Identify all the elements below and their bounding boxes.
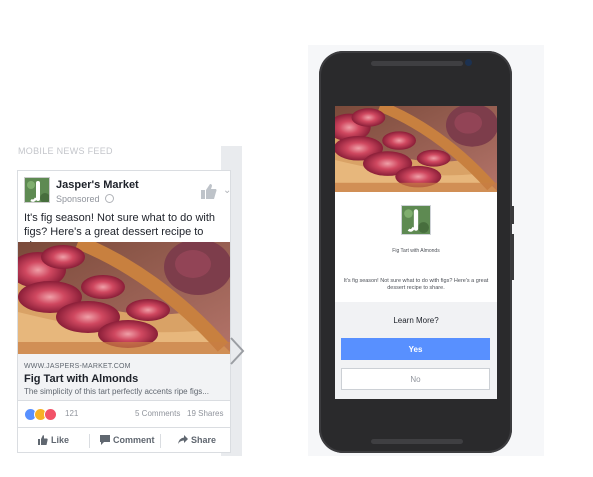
action-divider [160, 434, 161, 448]
post-image[interactable] [18, 242, 231, 354]
no-button[interactable]: No [341, 368, 490, 390]
like-page-icon[interactable] [200, 183, 218, 201]
phone-side-button [511, 234, 514, 280]
next-arrow-icon[interactable] [229, 336, 245, 366]
reactions-row: 121 5 Comments 19 Shares [22, 407, 228, 423]
comments-count[interactable]: 5 Comments [135, 409, 180, 418]
ad-image [335, 106, 497, 192]
link-domain: WWW.JASPERS-MARKET.COM [24, 363, 131, 370]
comment-button[interactable]: Comment [100, 435, 155, 445]
comment-label: Comment [113, 435, 155, 445]
like-label: Like [51, 435, 70, 445]
link-description: The simplicity of this tart perfectly ac… [24, 387, 209, 396]
share-icon [178, 435, 188, 444]
shares-count[interactable]: 19 Shares [187, 409, 223, 418]
phone-camera [465, 59, 472, 66]
reactions-count[interactable]: 121 [65, 409, 78, 418]
learn-more-prompt: Learn More? [393, 316, 439, 325]
phone-screen: Fig Tart with Almonds It's fig season! N… [335, 106, 497, 399]
post-header: Jasper's Market Sponsored ⌄ [24, 177, 230, 207]
ad-page-avatar [401, 205, 431, 235]
share-label: Share [191, 435, 217, 445]
phone-side-button [511, 206, 514, 224]
share-button[interactable]: Share [178, 435, 216, 445]
yes-button[interactable]: Yes [341, 338, 490, 360]
globe-icon [105, 194, 115, 203]
phone-bottom-speaker [371, 439, 463, 444]
action-divider [89, 434, 90, 448]
love-reaction-icon[interactable] [44, 408, 57, 421]
page-name[interactable]: Jasper's Market [56, 179, 139, 191]
cta-area: Learn More? Yes No [335, 302, 497, 399]
ad-title: Fig Tart with Almonds [392, 248, 440, 254]
comment-icon [100, 435, 110, 445]
like-icon [38, 435, 48, 445]
like-button[interactable]: Like [38, 435, 69, 445]
link-title: Fig Tart with Almonds [24, 373, 139, 385]
feed-caption: MOBILE NEWS FEED [18, 146, 113, 156]
sponsored-label: Sponsored [56, 194, 115, 204]
sponsored-text: Sponsored [56, 194, 100, 204]
phone-speaker [371, 61, 463, 66]
ad-text: It's fig season! Not sure what to do wit… [343, 278, 489, 291]
page-avatar[interactable] [24, 177, 50, 203]
action-bar: Like Comment Share [18, 427, 230, 452]
feed-post-card: Jasper's Market Sponsored ⌄ It's fig sea… [17, 170, 231, 453]
chevron-down-icon[interactable]: ⌄ [223, 185, 230, 196]
link-preview[interactable]: WWW.JASPERS-MARKET.COM Fig Tart with Alm… [18, 354, 230, 401]
